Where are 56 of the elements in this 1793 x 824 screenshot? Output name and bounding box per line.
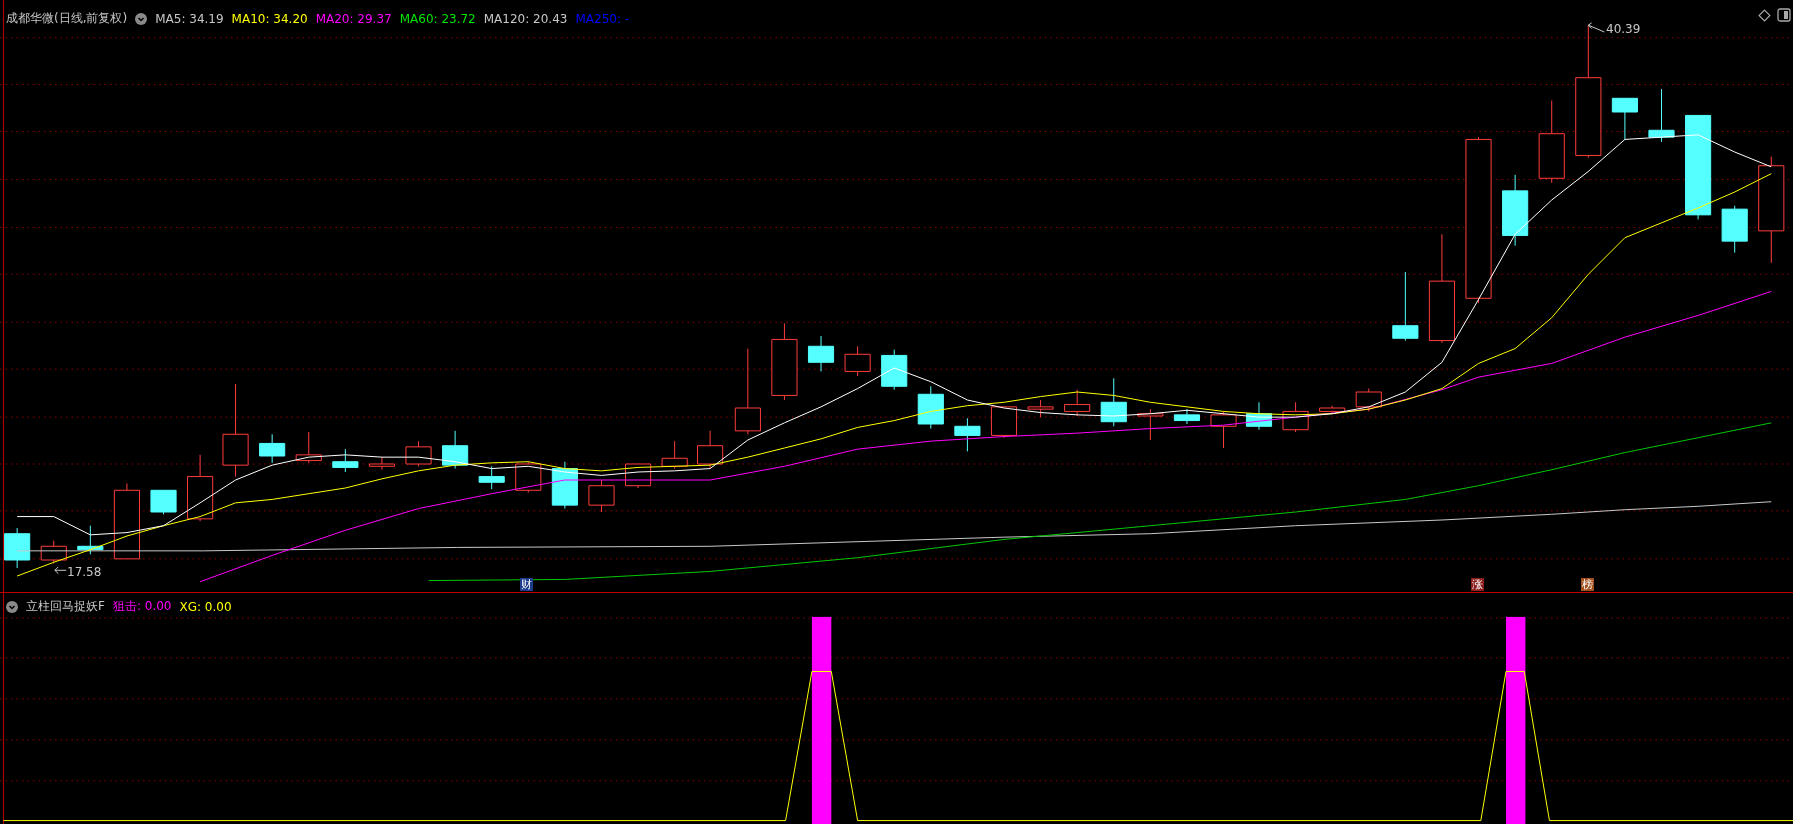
- candlestick: [844, 345, 871, 377]
- candlestick: [332, 448, 359, 473]
- indicator-value: MA60: 23.72: [399, 11, 476, 26]
- indicator-value: MA5: 34.19: [155, 11, 224, 26]
- low-price-label: 17.58: [67, 565, 102, 579]
- candlestick: [259, 433, 286, 464]
- indicator-value: MA10: 34.20: [231, 11, 308, 26]
- event-marker[interactable]: 财: [520, 578, 533, 591]
- indicator-value: 狙击: 0.00: [112, 598, 172, 615]
- candlestick: [1611, 97, 1638, 140]
- candlestick: [1100, 377, 1127, 427]
- candlestick: [917, 385, 944, 430]
- event-marker[interactable]: 榜: [1581, 578, 1594, 591]
- candlestick: [442, 430, 469, 470]
- high-price-label: 40.39: [1606, 22, 1641, 36]
- candlestick: [588, 479, 615, 513]
- candlestick: [295, 431, 322, 464]
- candlestick: [1721, 205, 1748, 254]
- indicator-value: XG: 0.00: [179, 599, 232, 614]
- diamond-icon[interactable]: [1758, 9, 1771, 22]
- candlestick: [1392, 271, 1419, 342]
- candlestick: [40, 540, 67, 564]
- indicator-value: MA250: -: [575, 11, 630, 26]
- indicator-title: 立柱回马捉妖F: [26, 598, 105, 615]
- candlestick: [1355, 388, 1382, 412]
- candlestick: [1064, 389, 1091, 417]
- candlestick: [661, 440, 688, 470]
- collapse-icon[interactable]: [6, 600, 18, 613]
- candlestick: [1282, 401, 1309, 433]
- candlestick: [1027, 399, 1054, 418]
- candlestick: [187, 454, 214, 522]
- candlestick: [368, 456, 395, 471]
- high-pointer-icon: [1587, 22, 1605, 33]
- candlestick: [990, 406, 1018, 439]
- candlestick: [1648, 88, 1675, 143]
- candlestick: [4, 527, 31, 569]
- candlestick: [1173, 408, 1201, 425]
- candlestick: [1319, 405, 1346, 415]
- low-pointer-icon: [54, 566, 67, 575]
- candlestick: [1210, 410, 1237, 449]
- candlestick: [77, 525, 104, 555]
- indicator-value: MA120: 20.43: [483, 11, 568, 26]
- candlestick: [881, 349, 908, 391]
- candlestick: [697, 430, 724, 470]
- collapse-icon[interactable]: [135, 12, 148, 25]
- candlestick: [954, 417, 981, 452]
- candlestick: [478, 465, 505, 490]
- indicator-value: MA20: 29.37: [315, 11, 392, 26]
- candlestick: [150, 489, 177, 515]
- candlestick: [1137, 408, 1164, 441]
- panel-toggle-icon[interactable]: [1777, 8, 1791, 22]
- candlestick: [1245, 401, 1273, 431]
- event-marker[interactable]: 涨: [1471, 578, 1484, 591]
- candlestick: [405, 440, 432, 467]
- chart-title: 成都华微(日线,前复权): [6, 10, 128, 27]
- candlestick: [807, 335, 835, 372]
